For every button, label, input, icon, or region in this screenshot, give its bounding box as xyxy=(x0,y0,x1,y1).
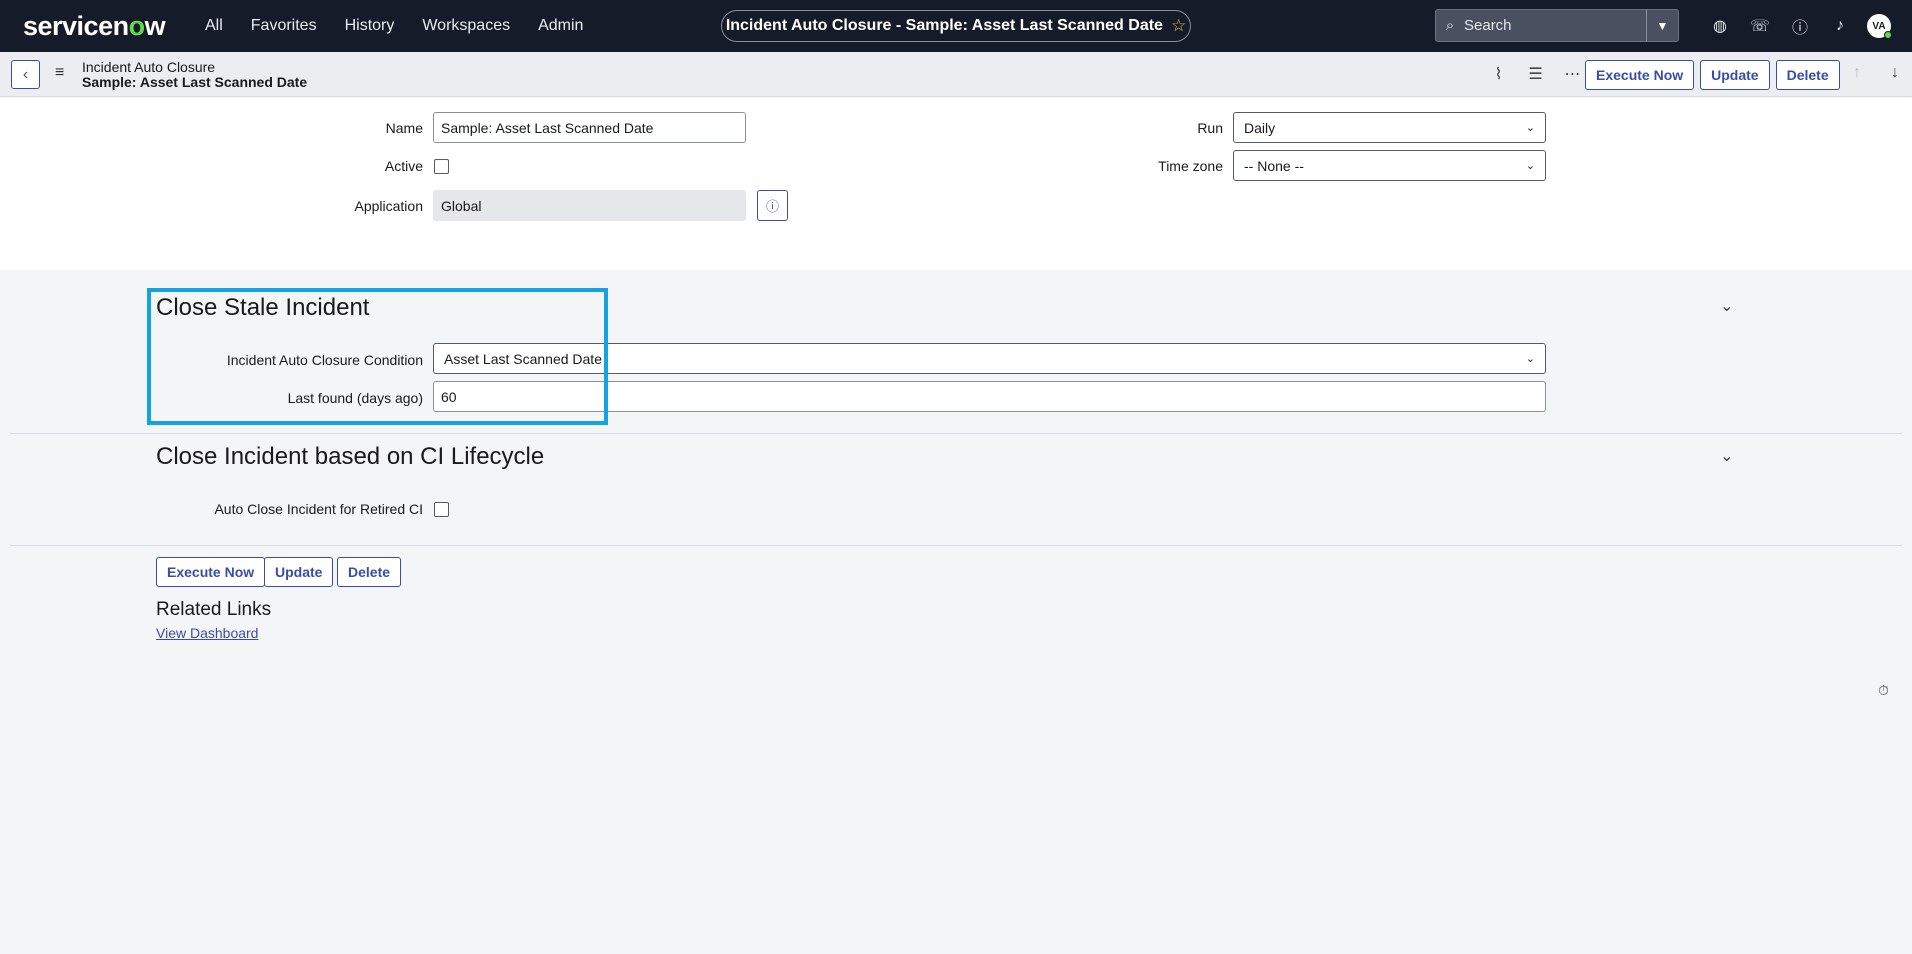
highlight-box xyxy=(147,288,608,425)
arrow-down-icon[interactable]: ↓ xyxy=(1876,64,1912,82)
retired-ci-label: Auto Close Incident for Retired CI xyxy=(214,501,423,517)
record-nav: ↑ ↓ xyxy=(1838,64,1912,82)
help-icon[interactable]: ⓘ xyxy=(1780,14,1820,38)
status-dot xyxy=(1884,31,1892,39)
name-label: Name xyxy=(385,120,423,136)
info-icon: ⓘ xyxy=(765,199,779,214)
application-field: Global xyxy=(433,190,746,221)
view-dashboard-link[interactable]: View Dashboard xyxy=(156,625,258,641)
chevron-down-icon: ⌄ xyxy=(1525,122,1535,134)
bell-icon[interactable]: ♪ xyxy=(1820,17,1860,35)
section-divider xyxy=(10,433,1902,434)
servicenow-logo[interactable]: servicenow xyxy=(23,11,166,42)
section-divider xyxy=(10,545,1902,546)
section-ci-lifecycle-title: Close Incident based on CI Lifecycle xyxy=(156,443,545,470)
retired-ci-checkbox[interactable] xyxy=(434,502,449,517)
search-input[interactable]: Search xyxy=(1464,17,1646,34)
top-navigation: servicenow All Favorites History Workspa… xyxy=(0,0,1912,52)
nav-history[interactable]: History xyxy=(345,17,395,35)
hamburger-icon[interactable]: ≡ xyxy=(55,64,64,82)
search-icon: ⌕ xyxy=(1445,17,1455,34)
chat-icon[interactable]: ☏ xyxy=(1740,16,1780,36)
delete-button-bottom[interactable]: Delete xyxy=(337,557,402,587)
back-button[interactable]: ‹ xyxy=(11,60,40,89)
form-main xyxy=(0,98,1912,270)
update-button[interactable]: Update xyxy=(1700,60,1770,90)
record-title-pill[interactable]: Incident Auto Closure - Sample: Asset La… xyxy=(721,10,1191,42)
chevron-down-icon[interactable]: ⌄ xyxy=(1720,446,1733,466)
nav-workspaces[interactable]: Workspaces xyxy=(422,17,510,35)
execute-now-button[interactable]: Execute Now xyxy=(1585,60,1695,90)
globe-icon[interactable]: ◍ xyxy=(1700,16,1740,36)
breadcrumb-table: Incident Auto Closure xyxy=(82,59,216,75)
info-button[interactable]: ⓘ xyxy=(757,190,788,221)
record-title: Incident Auto Closure - Sample: Asset La… xyxy=(725,17,1163,34)
chevron-down-icon: ⌄ xyxy=(1525,353,1535,365)
timer-icon[interactable]: ⏱ xyxy=(1878,682,1889,699)
execute-now-button-bottom[interactable]: Execute Now xyxy=(156,557,266,587)
update-button-bottom[interactable]: Update xyxy=(264,557,334,587)
chevron-left-icon: ‹ xyxy=(22,65,29,83)
run-label: Run xyxy=(1197,120,1223,136)
nav-favorites[interactable]: Favorites xyxy=(251,17,317,35)
chevron-down-icon[interactable]: ▼ xyxy=(1646,10,1678,41)
form-header: ‹ ≡ Incident Auto Closure Sample: Asset … xyxy=(0,52,1912,97)
chevron-down-icon[interactable]: ⌄ xyxy=(1720,296,1733,316)
breadcrumb-record: Sample: Asset Last Scanned Date xyxy=(82,74,308,90)
avatar[interactable]: VA xyxy=(1867,14,1892,39)
nav-all[interactable]: All xyxy=(205,17,223,35)
arrow-up-icon[interactable]: ↑ xyxy=(1838,64,1876,82)
application-label: Application xyxy=(354,198,424,214)
global-search[interactable]: ⌕ Search ▼ xyxy=(1435,9,1679,42)
active-checkbox[interactable] xyxy=(434,159,449,174)
paperclip-icon[interactable]: ⌇ xyxy=(1480,64,1517,84)
delete-button[interactable]: Delete xyxy=(1775,60,1840,90)
nav-admin[interactable]: Admin xyxy=(538,17,583,35)
header-tools: ⌇ ☰ ⋯ xyxy=(1480,64,1591,84)
nav-menu: All Favorites History Workspaces Admin xyxy=(205,0,611,52)
timezone-select[interactable]: -- None -- ⌄ xyxy=(1233,150,1546,181)
nav-icons: ◍ ☏ ⓘ ♪ xyxy=(1700,0,1860,52)
header-buttons: Execute Now Update Delete xyxy=(1585,60,1840,90)
star-icon[interactable]: ☆ xyxy=(1171,16,1186,36)
settings-sliders-icon[interactable]: ☰ xyxy=(1517,64,1554,84)
related-links-title: Related Links xyxy=(156,599,272,620)
name-field[interactable]: Sample: Asset Last Scanned Date xyxy=(433,112,746,143)
chevron-down-icon: ⌄ xyxy=(1525,160,1535,172)
run-select[interactable]: Daily ⌄ xyxy=(1233,112,1546,143)
timezone-label: Time zone xyxy=(1158,158,1223,174)
active-label: Active xyxy=(384,158,423,174)
